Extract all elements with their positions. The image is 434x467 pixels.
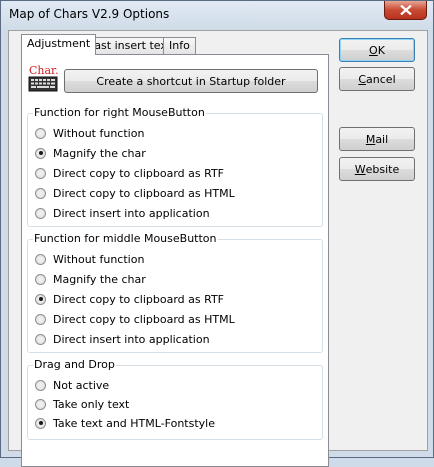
group-drag-and-drop: Drag and Drop Not active Take only text … bbox=[27, 359, 323, 440]
cancel-rest: ancel bbox=[366, 72, 396, 86]
radio-middle-copy-rtf[interactable]: Direct copy to clipboard as RTF bbox=[35, 292, 224, 306]
mail-accel: M bbox=[365, 132, 376, 146]
client-area: Adjustment Fast insert text Info Char. C… bbox=[8, 30, 428, 467]
group-middle-mousebutton: Function for middle MouseButton Without … bbox=[27, 233, 323, 353]
radio-dragdrop-only-text[interactable]: Take only text bbox=[35, 397, 129, 411]
tab-info[interactable]: Info bbox=[163, 37, 196, 54]
radio-dot bbox=[35, 379, 46, 391]
website-button[interactable]: Website bbox=[339, 157, 415, 181]
group-right-title: Function for right MouseButton bbox=[33, 106, 206, 119]
radio-dot bbox=[35, 167, 46, 179]
radio-middle-direct-insert[interactable]: Direct insert into application bbox=[35, 332, 210, 346]
tab-adjustment[interactable]: Adjustment bbox=[21, 34, 97, 55]
ok-accel: O bbox=[369, 43, 378, 57]
close-button[interactable] bbox=[384, 1, 427, 20]
website-accel: W bbox=[354, 162, 366, 176]
radio-middle-without-function[interactable]: Without function bbox=[35, 252, 144, 266]
radio-dragdrop-html-fontstyle[interactable]: Take text and HTML-Fontstyle bbox=[35, 416, 215, 430]
radio-dot bbox=[35, 333, 46, 345]
options-window: Map of Chars V2.9 Options Adjustment Fas… bbox=[0, 0, 434, 467]
radio-dot bbox=[35, 187, 46, 199]
radio-dot bbox=[35, 127, 46, 139]
radio-dot bbox=[35, 398, 46, 410]
website-rest: ebsite bbox=[365, 162, 400, 176]
ok-button[interactable]: OK bbox=[339, 38, 415, 62]
radio-right-copy-rtf[interactable]: Direct copy to clipboard as RTF bbox=[35, 166, 224, 180]
mail-button[interactable]: Mail bbox=[339, 127, 415, 151]
radio-dot bbox=[35, 273, 46, 285]
radio-dot bbox=[35, 207, 46, 219]
window-title: Map of Chars V2.9 Options bbox=[9, 7, 170, 21]
radio-right-without-function[interactable]: Without function bbox=[35, 126, 144, 140]
tab-panel-adjustment: Char. Create a shortcut in Startup folde… bbox=[21, 54, 329, 467]
radio-dragdrop-not-active[interactable]: Not active bbox=[35, 378, 109, 392]
cancel-accel: C bbox=[358, 72, 367, 86]
cancel-button[interactable]: Cancel bbox=[339, 67, 415, 91]
close-icon bbox=[399, 5, 412, 15]
radio-right-magnify[interactable]: Magnify the char bbox=[35, 146, 146, 160]
group-middle-title: Function for middle MouseButton bbox=[33, 232, 218, 245]
radio-dot-selected bbox=[35, 293, 46, 305]
radio-dot bbox=[35, 253, 46, 265]
radio-right-direct-insert[interactable]: Direct insert into application bbox=[35, 206, 210, 220]
radio-middle-magnify[interactable]: Magnify the char bbox=[35, 272, 146, 286]
radio-dot-selected bbox=[35, 417, 46, 429]
radio-dot-selected bbox=[35, 147, 46, 159]
ok-rest: K bbox=[377, 43, 385, 57]
radio-right-copy-html[interactable]: Direct copy to clipboard as HTML bbox=[35, 186, 235, 200]
group-dragdrop-title: Drag and Drop bbox=[33, 358, 116, 371]
char-icon-text: Char. bbox=[29, 64, 58, 77]
radio-dot bbox=[35, 313, 46, 325]
create-shortcut-button[interactable]: Create a shortcut in Startup folder bbox=[64, 69, 318, 93]
mail-rest: ail bbox=[375, 132, 389, 146]
char-keyboard-icon: Char. bbox=[28, 64, 58, 92]
radio-middle-copy-html[interactable]: Direct copy to clipboard as HTML bbox=[35, 312, 235, 326]
group-right-mousebutton: Function for right MouseButton Without f… bbox=[27, 107, 323, 227]
